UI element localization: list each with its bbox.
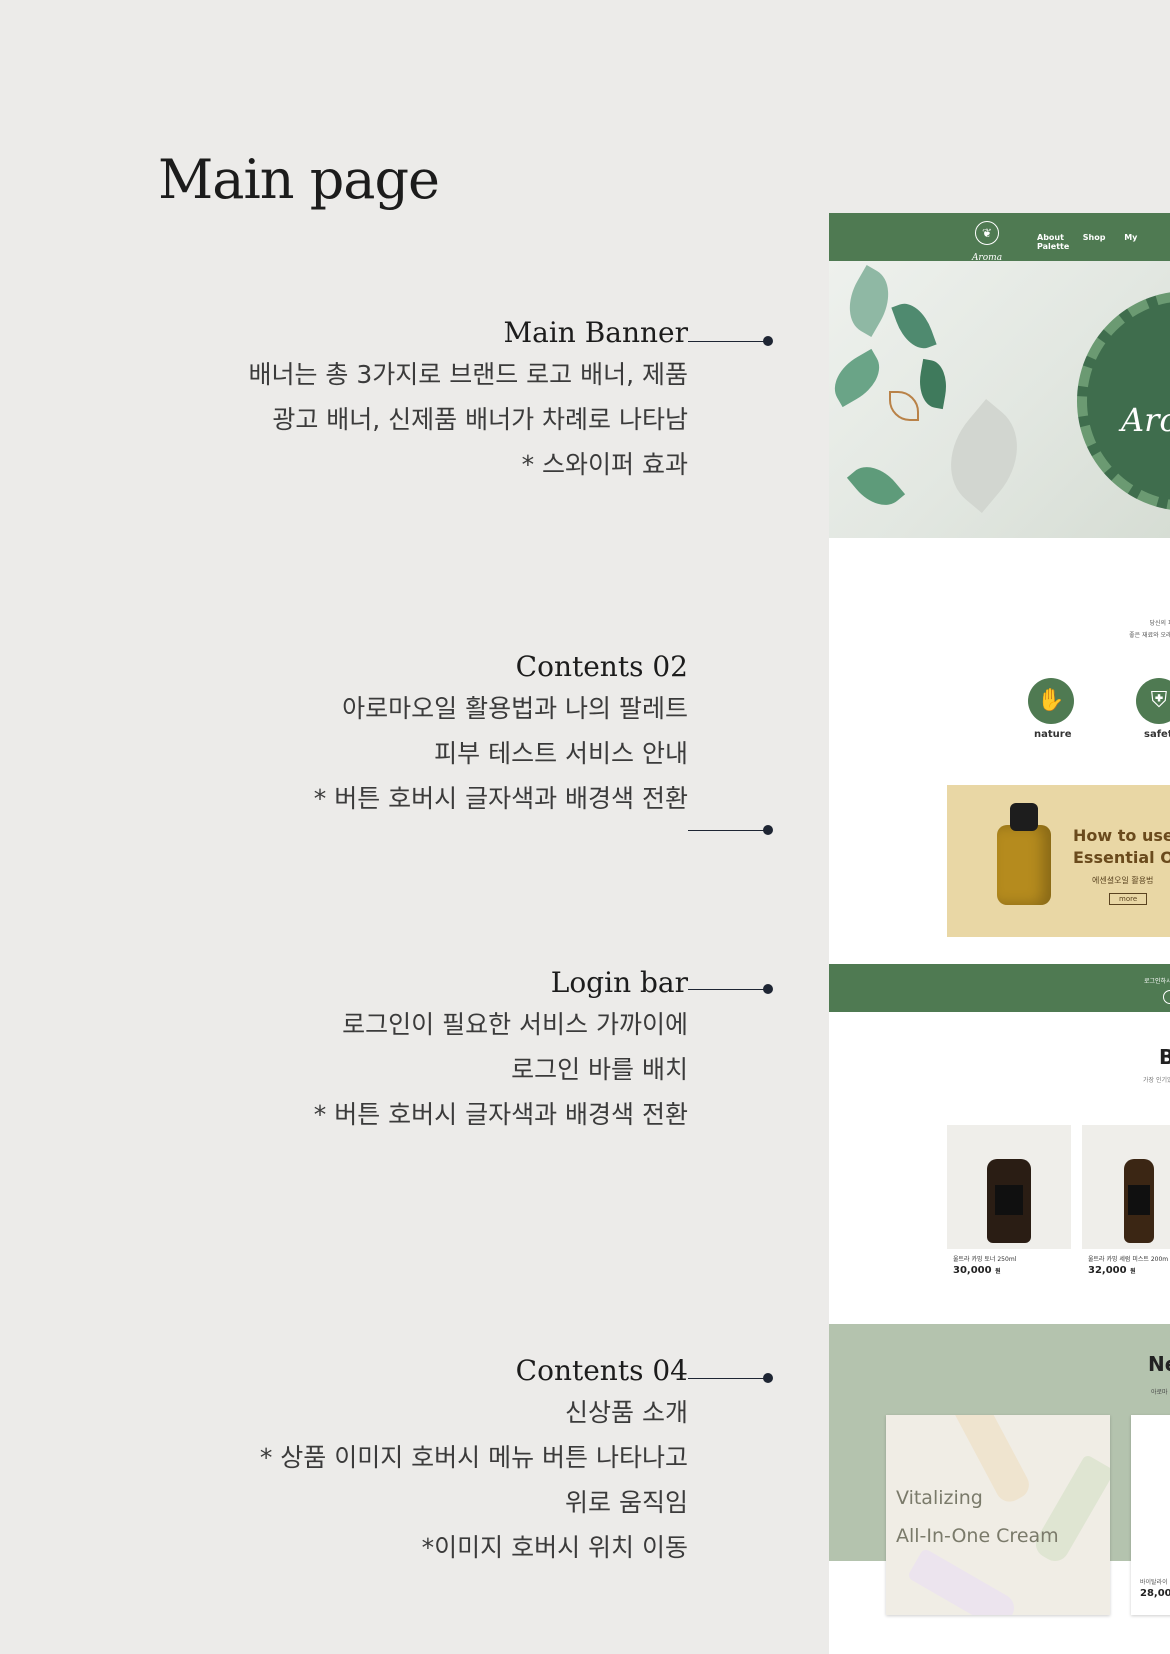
note-line: 로그인이 필요한 서비스 가까이에 [342,1010,688,1039]
price-value: 32,000 [1088,1265,1127,1276]
note-line: * 스와이퍼 효과 [521,450,688,479]
connector-dot [763,1373,773,1383]
flower-decoration [889,391,919,421]
product-card[interactable] [947,1125,1071,1249]
note-line: 신상품 소개 [565,1398,688,1427]
note-contents-04: Contents 04 신상품 소개 * 상품 이미지 호버시 메뉴 버튼 나타… [260,1352,688,1570]
more-button[interactable]: more [1109,893,1148,905]
leaf-shadow [928,399,1040,513]
page-title: Main page [158,148,440,211]
note-line: 피부 테스트 서비스 안내 [434,739,688,768]
leaf-decoration [915,358,951,410]
connector-line [688,989,768,990]
new-card-line: Vitalizing [896,1487,983,1509]
price-value: 30,000 [953,1265,992,1276]
best-subtitle: 가장 인기있 [1143,1077,1170,1084]
feature-label-safety: safety [1144,729,1170,740]
product-price: 28,000 [1140,1588,1170,1599]
connector-line [688,830,768,831]
new-subtitle: 아로마 [1151,1389,1168,1396]
note-title: Contents 02 [515,650,688,683]
connector-dot [763,984,773,994]
leaf-decoration [891,297,937,355]
login-bar-text: 로그인하시 [1144,978,1170,985]
note-line: 위로 움직임 [565,1488,688,1517]
connector-dot [763,336,773,346]
note-line: * 상품 이미지 호버시 메뉴 버튼 나타나고 [259,1443,688,1472]
note-login-bar: Login bar 로그인이 필요한 서비스 가까이에 로그인 바를 배치 * … [314,964,688,1137]
product-card[interactable] [1082,1125,1170,1249]
mock-menu: About Shop My Palette [1037,233,1170,251]
mock-main-banner[interactable]: Aro [829,261,1170,538]
intro-line: 당신의 피부 [1149,620,1170,627]
note-contents-02: Contents 02 아로마오일 활용법과 나의 팔레트 피부 테스트 서비스… [314,648,688,821]
price-unit: 원 [995,1268,1001,1275]
new-heading: Ne [1148,1352,1170,1376]
note-line: 아로마오일 활용법과 나의 팔레트 [342,694,688,723]
note-title: Login bar [550,966,688,999]
mock-navbar: ❦ Aroma Palette About Shop My Palette [829,213,1170,282]
product-name: 울트라 카밍 세럼 미스트 200m [1088,1256,1169,1263]
shield-icon[interactable]: ⛨ [1136,678,1170,724]
leaf-logo-icon: ❦ [975,221,999,245]
oil-bottle-cap [1010,803,1038,831]
note-line: 배너는 총 3가지로 브랜드 로고 배너, 제품 [248,360,688,389]
connector-line [688,341,768,342]
connector-line [688,1378,768,1379]
intro-line: 좋은 재료와 오래 즉 [1129,632,1170,639]
cream-tube-image [906,1547,1020,1615]
howto-subtitle: 에센셜오일 활용법 [1092,876,1154,885]
note-title: Main Banner [503,316,688,349]
note-line: * 버튼 호버시 글자색과 배경색 전환 [313,784,688,813]
note-line: 로그인 바를 배치 [511,1055,688,1084]
leaf-decoration [829,348,890,408]
mock-menu-about[interactable]: About [1037,233,1064,242]
product-name: 바이탈라이 [1140,1579,1168,1586]
connector-dot [763,825,773,835]
mock-menu-shop[interactable]: Shop [1083,233,1106,242]
howto-title-line: How to use [1073,826,1170,845]
mist-bottle-image [1124,1159,1154,1243]
product-name: 울트라 카밍 토너 250ml [953,1256,1017,1263]
feature-label-nature: nature [1034,729,1072,740]
note-main-banner: Main Banner 배너는 총 3가지로 브랜드 로고 배너, 제품 광고 … [248,314,688,487]
leaf-decoration [846,455,906,517]
leaf-decoration [836,265,902,337]
toner-bottle-image [987,1159,1031,1243]
note-title: Contents 04 [515,1354,688,1387]
new-product-card[interactable]: Vitalizing All-In-One Cream [886,1415,1110,1615]
note-line: 광고 배너, 신제품 배너가 차례로 나타남 [272,405,688,434]
mock-intro-text: 당신의 피부 좋은 재료와 오래 즉 [1119,618,1170,642]
website-mockup: ❦ Aroma Palette About Shop My Palette Ar… [829,213,1170,1654]
howto-title: How to use Essential Oi [1073,825,1170,869]
note-line: *이미지 호버시 위치 이동 [421,1533,688,1562]
mock-login-bar: 로그인하시 [829,964,1170,1012]
product-price: 30,000 원 [953,1265,1001,1276]
best-heading: B [1159,1045,1170,1069]
hand-leaf-icon[interactable]: ✋ [1028,678,1074,724]
login-button[interactable] [1163,990,1170,1004]
note-line: * 버튼 호버시 글자색과 배경색 전환 [313,1100,688,1129]
new-card-line: All-In-One Cream [896,1525,1059,1547]
howto-title-line: Essential Oi [1073,848,1170,867]
price-unit: 원 [1130,1268,1136,1275]
new-card-text: Vitalizing All-In-One Cream [896,1479,1059,1555]
bottle-label [1128,1185,1150,1215]
bottle-label [995,1185,1023,1215]
oil-bottle-image [997,825,1051,905]
product-price: 32,000 원 [1088,1265,1136,1276]
banner-logo-text: Aro [1121,401,1170,439]
howto-banner[interactable]: How to use Essential Oi 에센셜오일 활용법 more [947,785,1170,937]
